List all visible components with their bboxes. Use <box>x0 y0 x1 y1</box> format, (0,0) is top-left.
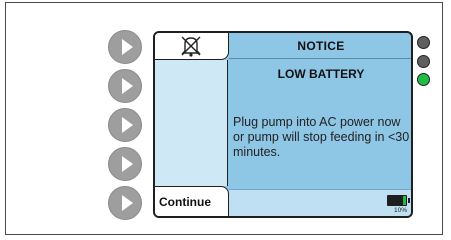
alarm-silenced-icon <box>181 36 201 57</box>
left-column <box>155 60 228 186</box>
play-arrow-icon <box>122 195 133 211</box>
side-button-2[interactable] <box>108 69 142 103</box>
status-led-1 <box>417 36 430 49</box>
notice-title: NOTICE <box>297 39 345 53</box>
alarm-silence-cell[interactable] <box>155 33 229 60</box>
side-button-3[interactable] <box>108 108 142 142</box>
continue-button[interactable]: Continue <box>155 186 229 216</box>
status-bar: 10% <box>229 189 411 216</box>
battery-fill <box>403 196 406 205</box>
battery-icon <box>387 195 410 206</box>
battery-terminal <box>408 198 410 203</box>
side-button-5[interactable] <box>108 186 142 220</box>
side-button-1[interactable] <box>108 30 142 64</box>
status-led-2 <box>417 55 430 68</box>
play-arrow-icon <box>122 117 133 133</box>
side-button-4[interactable] <box>108 147 142 181</box>
battery-percent: 10% <box>393 207 407 214</box>
display-screen: Continue NOTICE LOW BATTERY Plug pump in… <box>153 31 413 218</box>
play-arrow-icon <box>122 78 133 94</box>
alert-subtitle: LOW BATTERY <box>277 67 365 81</box>
title-divider <box>229 58 411 59</box>
continue-label: Continue <box>159 194 211 209</box>
play-arrow-icon <box>122 39 133 55</box>
play-arrow-icon <box>122 156 133 172</box>
alert-message: Plug pump into AC power now or pump will… <box>233 115 410 159</box>
status-led-3 <box>417 73 430 86</box>
